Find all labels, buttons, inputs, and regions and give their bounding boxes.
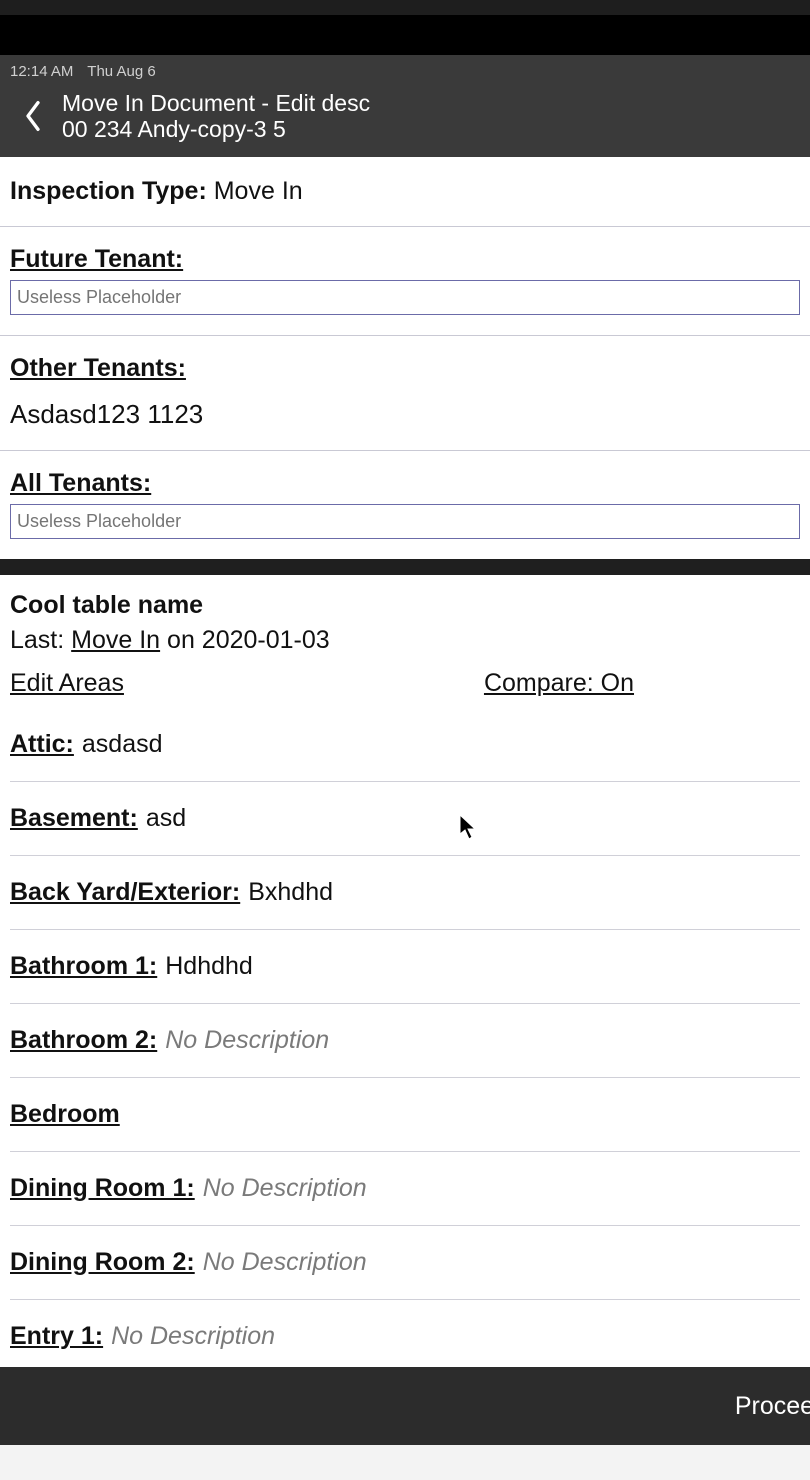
inspection-type-label: Inspection Type: <box>10 177 207 205</box>
area-row[interactable]: Dining Room 1: No Description <box>10 1152 800 1226</box>
chevron-left-icon <box>23 99 43 133</box>
edit-areas-link[interactable]: Edit Areas <box>10 669 124 698</box>
footer-bar: Proceed <box>0 1367 810 1445</box>
all-tenants-block: All Tenants: <box>0 451 810 559</box>
status-date: Thu Aug 6 <box>87 63 155 80</box>
areas-table-header: Cool table name Last: Move In on 2020-01… <box>0 575 810 669</box>
area-row[interactable]: Dining Room 2: No Description <box>10 1226 800 1300</box>
page-title-line1: Move In Document - Edit desc <box>62 90 370 116</box>
area-row[interactable]: Attic: asdasd <box>10 708 800 782</box>
future-tenant-label: Future Tenant: <box>10 245 800 274</box>
area-name: Back Yard/Exterior: <box>10 878 240 907</box>
areas-actions-row: Edit Areas Compare: On <box>0 669 810 708</box>
area-row[interactable]: Basement: asd <box>10 782 800 856</box>
simulator-bottom <box>0 1445 810 1480</box>
area-description: Bxhdhd <box>248 878 333 907</box>
inspection-type-value: Move In <box>214 177 303 205</box>
area-name: Basement: <box>10 804 138 833</box>
area-row[interactable]: Bathroom 2: No Description <box>10 1004 800 1078</box>
area-name: Bathroom 2: <box>10 1026 157 1055</box>
area-description: No Description <box>165 1026 329 1055</box>
all-tenants-label: All Tenants: <box>10 469 800 498</box>
future-tenant-input[interactable] <box>10 280 800 315</box>
status-bar: 12:14 AM Thu Aug 6 <box>10 63 800 80</box>
area-name: Bedroom <box>10 1100 120 1129</box>
area-description: No Description <box>203 1174 367 1203</box>
all-tenants-input[interactable] <box>10 504 800 539</box>
other-tenants-label: Other Tenants: <box>10 354 800 383</box>
area-description: No Description <box>203 1248 367 1277</box>
area-name: Dining Room 1: <box>10 1174 195 1203</box>
page-title: Move In Document - Edit desc 00 234 Andy… <box>62 90 370 143</box>
areas-last-on: on 2020-01-03 <box>160 626 330 654</box>
areas-list: Attic: asdasd Basement: asd Back Yard/Exteri… <box>0 708 810 1374</box>
area-description: No Description <box>111 1322 275 1351</box>
future-tenant-block: Future Tenant: <box>0 227 810 336</box>
areas-table-title: Cool table name <box>10 591 800 620</box>
area-row[interactable]: Bedroom <box>10 1078 800 1152</box>
area-row[interactable]: Bathroom 1: Hdhdhd <box>10 930 800 1004</box>
area-name: Dining Room 2: <box>10 1248 195 1277</box>
inspection-type-row: Inspection Type: Move In <box>0 157 810 227</box>
back-button[interactable] <box>10 93 56 139</box>
area-row[interactable]: Entry 1: No Description <box>10 1300 800 1374</box>
area-name: Attic: <box>10 730 74 759</box>
other-tenants-value: Asdasd123 1123 <box>10 389 800 430</box>
section-separator <box>0 559 810 575</box>
area-row[interactable]: Back Yard/Exterior: Bxhdhd <box>10 856 800 930</box>
editor-tab-strip <box>0 0 810 15</box>
area-description: Hdhdhd <box>165 952 253 981</box>
status-time: 12:14 AM <box>10 63 73 80</box>
simulator-chrome <box>0 15 810 55</box>
main-content: Inspection Type: Move In Future Tenant: … <box>0 157 810 1412</box>
spacer <box>124 669 484 698</box>
page-title-line2: 00 234 Andy-copy-3 5 <box>62 116 370 142</box>
areas-last-line: Last: Move In on 2020-01-03 <box>10 626 800 655</box>
area-name: Bathroom 1: <box>10 952 157 981</box>
app-header: 12:14 AM Thu Aug 6 Move In Document - Ed… <box>0 55 810 157</box>
compare-toggle-link[interactable]: Compare: On <box>484 669 634 698</box>
other-tenants-block: Other Tenants: Asdasd123 1123 <box>0 336 810 451</box>
area-name: Entry 1: <box>10 1322 103 1351</box>
area-description: asd <box>146 804 186 833</box>
proceed-button[interactable]: Proceed <box>735 1392 810 1421</box>
areas-last-prefix: Last: <box>10 626 71 654</box>
area-description: asdasd <box>82 730 163 759</box>
areas-last-type-link[interactable]: Move In <box>71 626 160 654</box>
